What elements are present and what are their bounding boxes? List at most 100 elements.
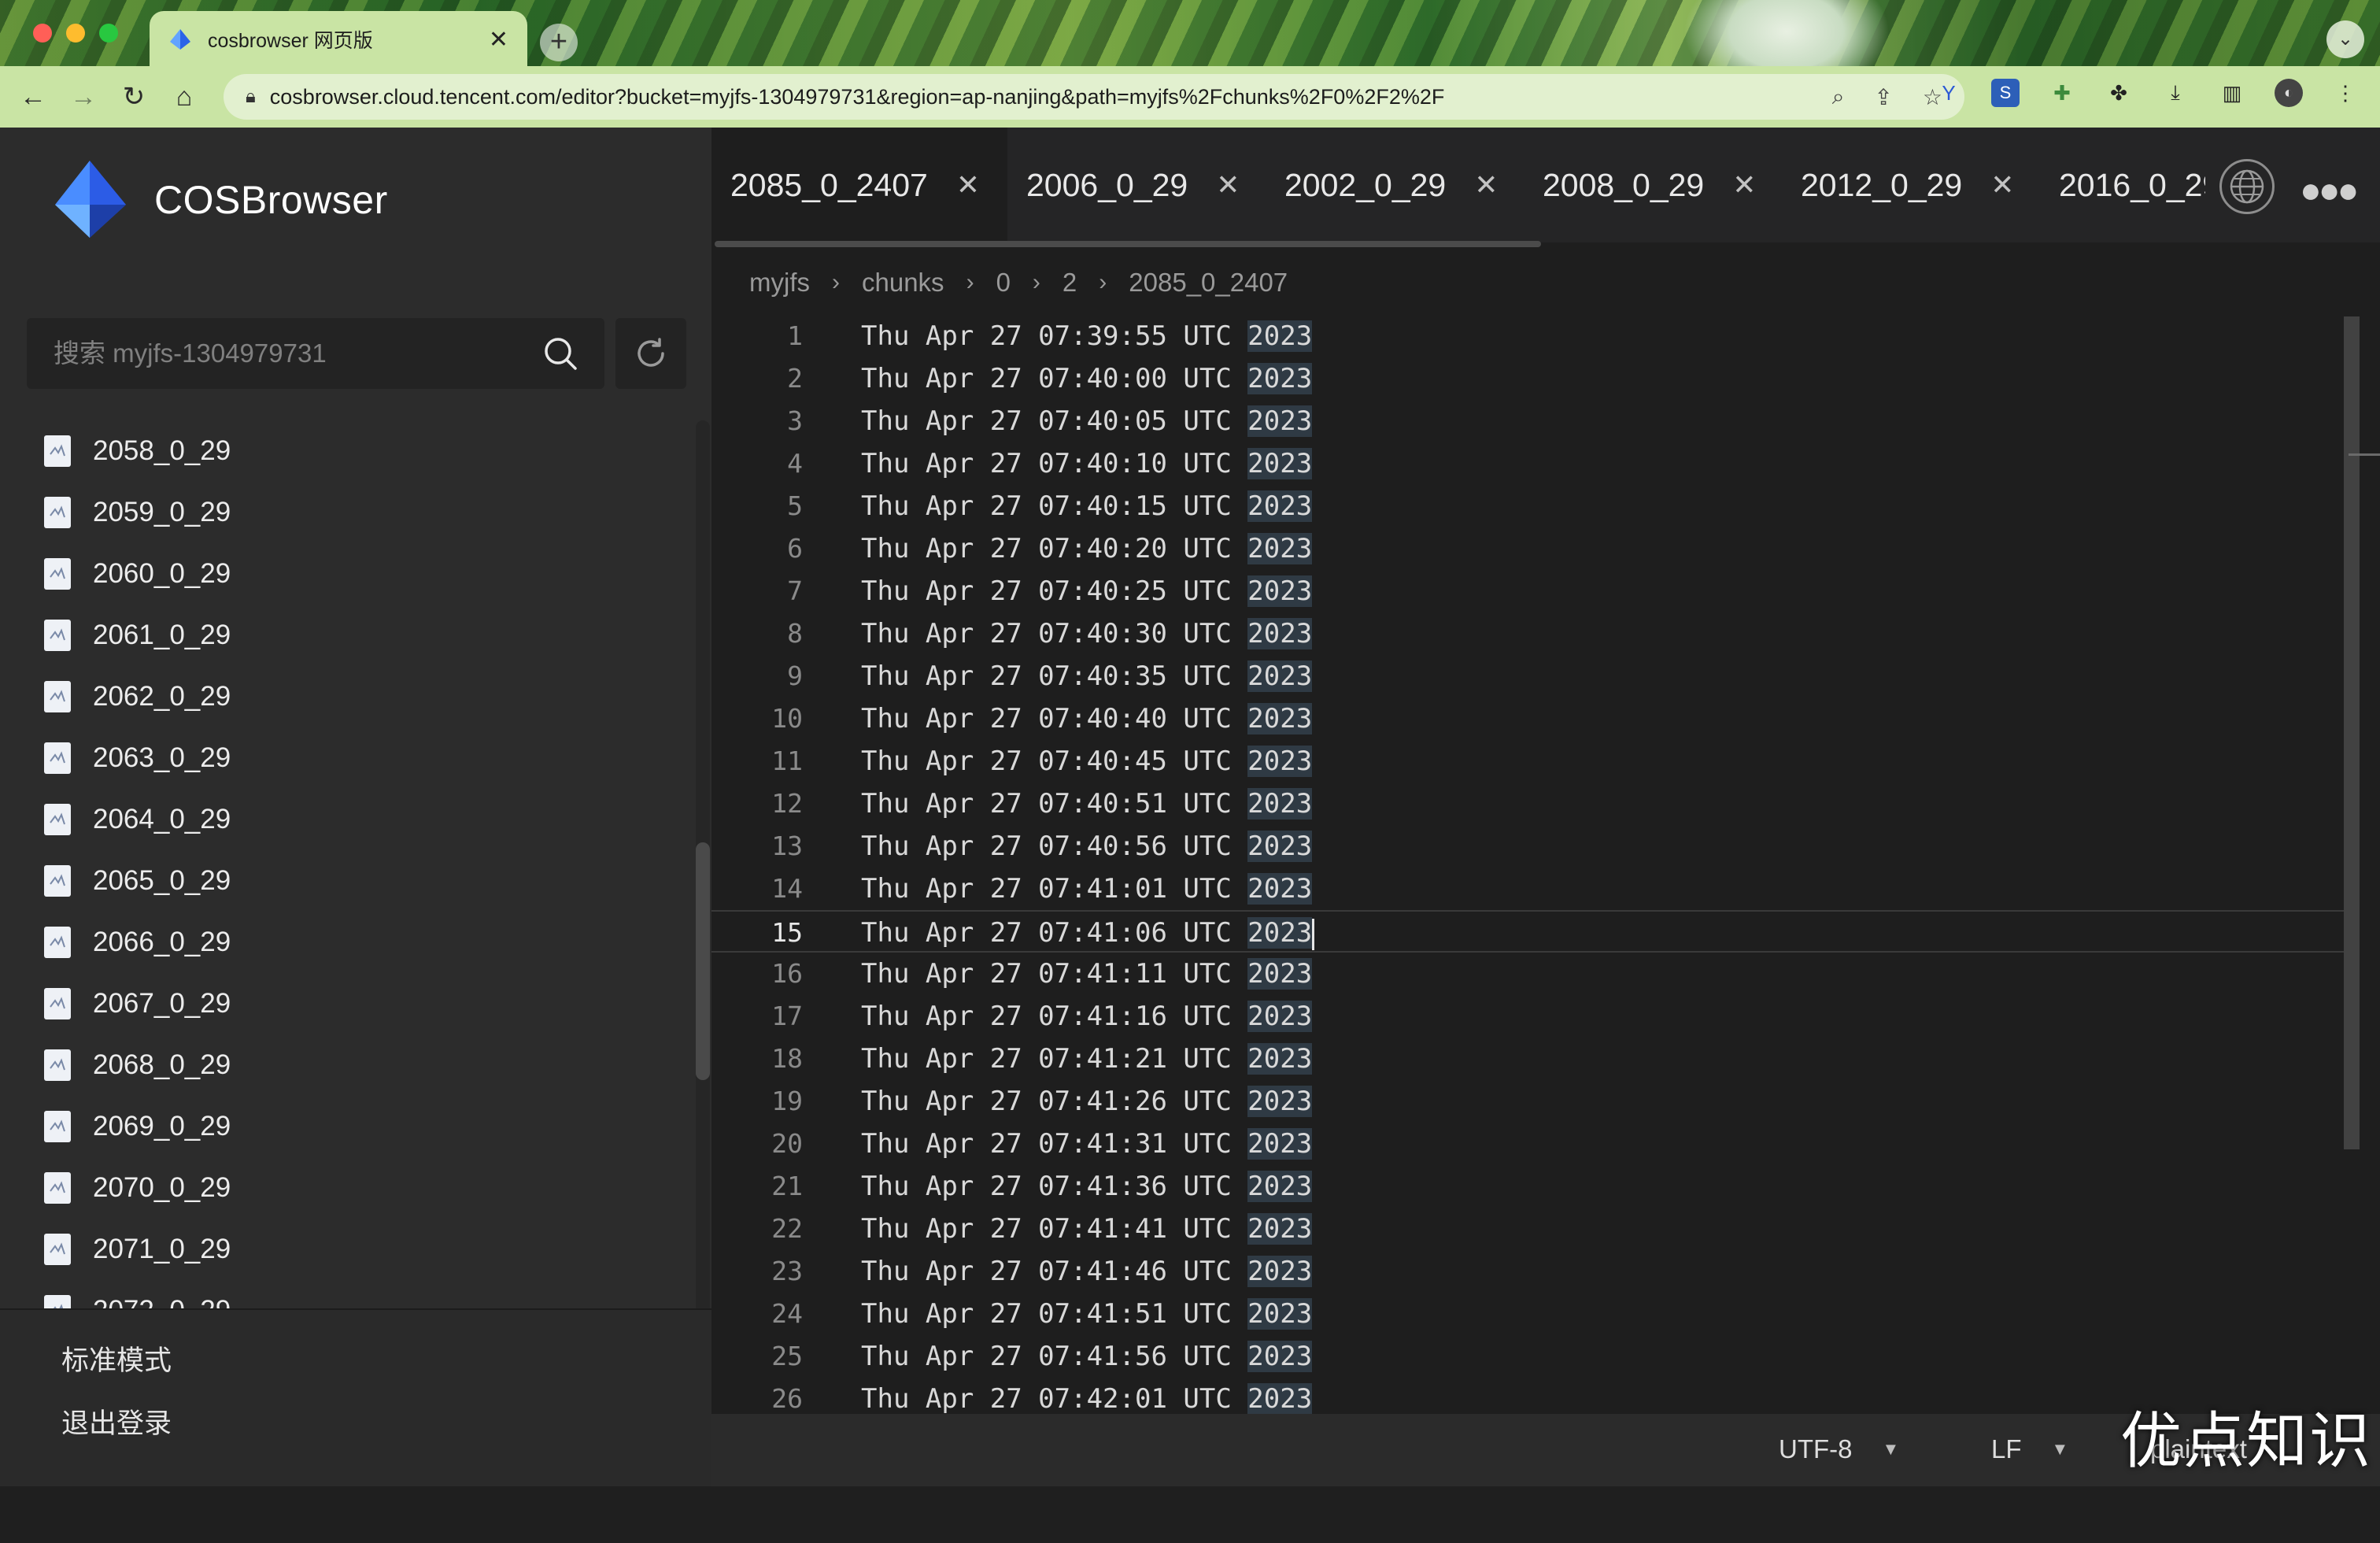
code-line[interactable]: 12Thu Apr 27 07:40:51 UTC 2023 — [711, 783, 2349, 825]
extension-s-icon[interactable]: S — [1991, 79, 2020, 107]
breadcrumb-item[interactable]: 0 — [996, 268, 1011, 298]
code-line[interactable]: 23Thu Apr 27 07:41:46 UTC 2023 — [711, 1250, 2349, 1293]
lock-icon[interactable]: 🔒︎ — [246, 86, 256, 108]
globe-icon[interactable] — [2219, 159, 2275, 214]
home-icon[interactable]: ⌂ — [159, 82, 209, 113]
address-bar[interactable]: 🔒︎ cosbrowser.cloud.tencent.com/editor?b… — [224, 74, 1964, 120]
refresh-button[interactable] — [615, 318, 686, 389]
file-list-item[interactable]: 2072_0_29 — [0, 1280, 693, 1308]
file-list-item[interactable]: 2071_0_29 — [0, 1219, 693, 1280]
file-list-item[interactable]: 2063_0_29 — [0, 727, 693, 789]
eol-select[interactable]: LF ▼ — [1991, 1434, 2068, 1464]
code-line[interactable]: 8Thu Apr 27 07:40:30 UTC 2023 — [711, 612, 2349, 655]
code-line[interactable]: 14Thu Apr 27 07:41:01 UTC 2023 — [711, 868, 2349, 910]
code-line[interactable]: 15Thu Apr 27 07:41:06 UTC 2023 — [711, 910, 2349, 953]
file-list-item[interactable]: 2066_0_29 — [0, 912, 693, 973]
editor-tab[interactable]: 2008_0_29 ✕ — [1524, 128, 1775, 242]
code-line[interactable]: 4Thu Apr 27 07:40:10 UTC 2023 — [711, 442, 2349, 485]
editor-tab[interactable]: 2085_0_2407 ✕ — [711, 128, 1007, 242]
line-number: 2 — [711, 357, 803, 400]
file-list-item[interactable]: 2064_0_29 — [0, 789, 693, 850]
tab-bar-scrollbar[interactable] — [715, 241, 1541, 247]
standard-mode-link[interactable]: 标准模式 — [61, 1338, 172, 1378]
code-line[interactable]: 7Thu Apr 27 07:40:25 UTC 2023 — [711, 570, 2349, 612]
file-list-item[interactable]: 2062_0_29 — [0, 666, 693, 727]
tab-close-icon[interactable]: ✕ — [956, 168, 980, 202]
breadcrumb-item[interactable]: chunks — [862, 268, 944, 298]
code-line[interactable]: 3Thu Apr 27 07:40:05 UTC 2023 — [711, 400, 2349, 442]
code-line[interactable]: 19Thu Apr 27 07:41:26 UTC 2023 — [711, 1080, 2349, 1123]
back-icon[interactable]: ← — [8, 82, 58, 113]
encoding-select[interactable]: UTF-8 ▼ — [1779, 1434, 1899, 1464]
code-line[interactable]: 22Thu Apr 27 07:41:41 UTC 2023 — [711, 1208, 2349, 1250]
code-line[interactable]: 24Thu Apr 27 07:41:51 UTC 2023 — [711, 1293, 2349, 1335]
more-icon[interactable]: ●●● — [2300, 168, 2356, 211]
code-line[interactable]: 6Thu Apr 27 07:40:20 UTC 2023 — [711, 527, 2349, 570]
window-minimize-button[interactable] — [66, 24, 85, 43]
file-list-item[interactable]: 2067_0_29 — [0, 973, 693, 1034]
browser-tab[interactable]: cosbrowser 网页版 ✕ — [150, 11, 527, 68]
file-list-item[interactable]: 2065_0_29 — [0, 850, 693, 912]
line-text: Thu Apr 27 07:41:51 UTC 2023 — [861, 1293, 1312, 1335]
new-tab-button[interactable]: + — [540, 24, 578, 61]
code-line[interactable]: 21Thu Apr 27 07:41:36 UTC 2023 — [711, 1165, 2349, 1208]
sidebar-scrollbar-thumb[interactable] — [696, 842, 710, 1080]
code-line[interactable]: 16Thu Apr 27 07:41:11 UTC 2023 — [711, 953, 2349, 995]
breadcrumb-item[interactable]: myjfs — [749, 268, 810, 298]
file-list-item[interactable]: 2061_0_29 — [0, 605, 693, 666]
code-line[interactable]: 20Thu Apr 27 07:41:31 UTC 2023 — [711, 1123, 2349, 1165]
extension-puzzle-color-icon[interactable]: ✚ — [2048, 79, 2076, 107]
extensions-puzzle-icon[interactable]: ✤ — [2105, 79, 2133, 107]
window-zoom-button[interactable] — [99, 24, 118, 43]
code-line[interactable]: 11Thu Apr 27 07:40:45 UTC 2023 — [711, 740, 2349, 783]
extension-y-icon[interactable]: Y — [1935, 79, 1963, 107]
reload-icon[interactable]: ↻ — [109, 81, 159, 113]
code-line[interactable]: 9Thu Apr 27 07:40:35 UTC 2023 — [711, 655, 2349, 697]
tab-close-icon[interactable]: ✕ — [1732, 168, 1756, 202]
code-line[interactable]: 18Thu Apr 27 07:41:21 UTC 2023 — [711, 1038, 2349, 1080]
breadcrumb-item[interactable]: 2 — [1062, 268, 1077, 298]
code-line[interactable]: 25Thu Apr 27 07:41:56 UTC 2023 — [711, 1335, 2349, 1378]
code-line[interactable]: 2 Thu Apr 27 07:40:00 UTC 2023 — [711, 357, 2349, 400]
editor-tab[interactable]: 2016_0_29 — [2040, 128, 2205, 242]
file-name: 2058_0_29 — [93, 435, 231, 467]
tab-search-button[interactable]: ⌄ — [2326, 20, 2364, 58]
file-list-item[interactable]: 2060_0_29 — [0, 543, 693, 605]
file-list-item[interactable]: 2058_0_29 — [0, 420, 693, 482]
browser-menu-icon[interactable]: ⋮ — [2331, 79, 2360, 107]
editor-tab[interactable]: 2012_0_29 ✕ — [1782, 128, 2033, 242]
tab-close-icon[interactable]: ✕ — [1474, 168, 1498, 202]
code-line[interactable]: 5Thu Apr 27 07:40:15 UTC 2023 — [711, 485, 2349, 527]
browser-tab-close-icon[interactable]: ✕ — [489, 26, 508, 54]
zoom-icon[interactable]: ⌕ — [1832, 84, 1845, 110]
logout-link[interactable]: 退出登录 — [61, 1401, 172, 1441]
side-panel-icon[interactable]: ▥ — [2218, 79, 2246, 107]
code-editor[interactable]: 1Thu Apr 27 07:39:55 UTC 20232 Thu Apr 27… — [711, 315, 2349, 1543]
forward-icon[interactable]: → — [58, 82, 109, 113]
highlighted-year: 2023 — [1247, 958, 1312, 990]
download-icon[interactable]: ⤓ — [2161, 79, 2190, 107]
highlighted-year: 2023 — [1247, 575, 1312, 607]
editor-scrollbar-thumb[interactable] — [2344, 316, 2360, 1149]
tab-close-icon[interactable]: ✕ — [1990, 168, 2014, 202]
chevron-right-icon: › — [1099, 269, 1107, 296]
search-input[interactable] — [54, 339, 543, 368]
file-list-item[interactable]: 2070_0_29 — [0, 1157, 693, 1219]
line-text: Thu Apr 27 07:40:00 UTC 2023 — [861, 357, 1312, 400]
code-line[interactable]: 1Thu Apr 27 07:39:55 UTC 2023 — [711, 315, 2349, 357]
share-icon[interactable]: ⇪ — [1874, 84, 1892, 110]
profile-avatar[interactable]: ◐ — [2275, 79, 2303, 107]
window-close-button[interactable] — [33, 24, 52, 43]
tab-close-icon[interactable]: ✕ — [1216, 168, 1240, 202]
editor-tab[interactable]: 2006_0_29 ✕ — [1007, 128, 1258, 242]
file-list-item[interactable]: 2069_0_29 — [0, 1096, 693, 1157]
file-list-item[interactable]: 2068_0_29 — [0, 1034, 693, 1096]
code-line[interactable]: 13Thu Apr 27 07:40:56 UTC 2023 — [711, 825, 2349, 868]
file-list-item[interactable]: 2059_0_29 — [0, 482, 693, 543]
breadcrumb-item[interactable]: 2085_0_2407 — [1129, 268, 1288, 298]
code-line[interactable]: 10Thu Apr 27 07:40:40 UTC 2023 — [711, 697, 2349, 740]
editor-tab[interactable]: 2002_0_29 ✕ — [1266, 128, 1517, 242]
search-icon[interactable] — [543, 336, 578, 371]
address-url[interactable]: cosbrowser.cloud.tencent.com/editor?buck… — [270, 85, 1802, 109]
code-line[interactable]: 17Thu Apr 27 07:41:16 UTC 2023 — [711, 995, 2349, 1038]
